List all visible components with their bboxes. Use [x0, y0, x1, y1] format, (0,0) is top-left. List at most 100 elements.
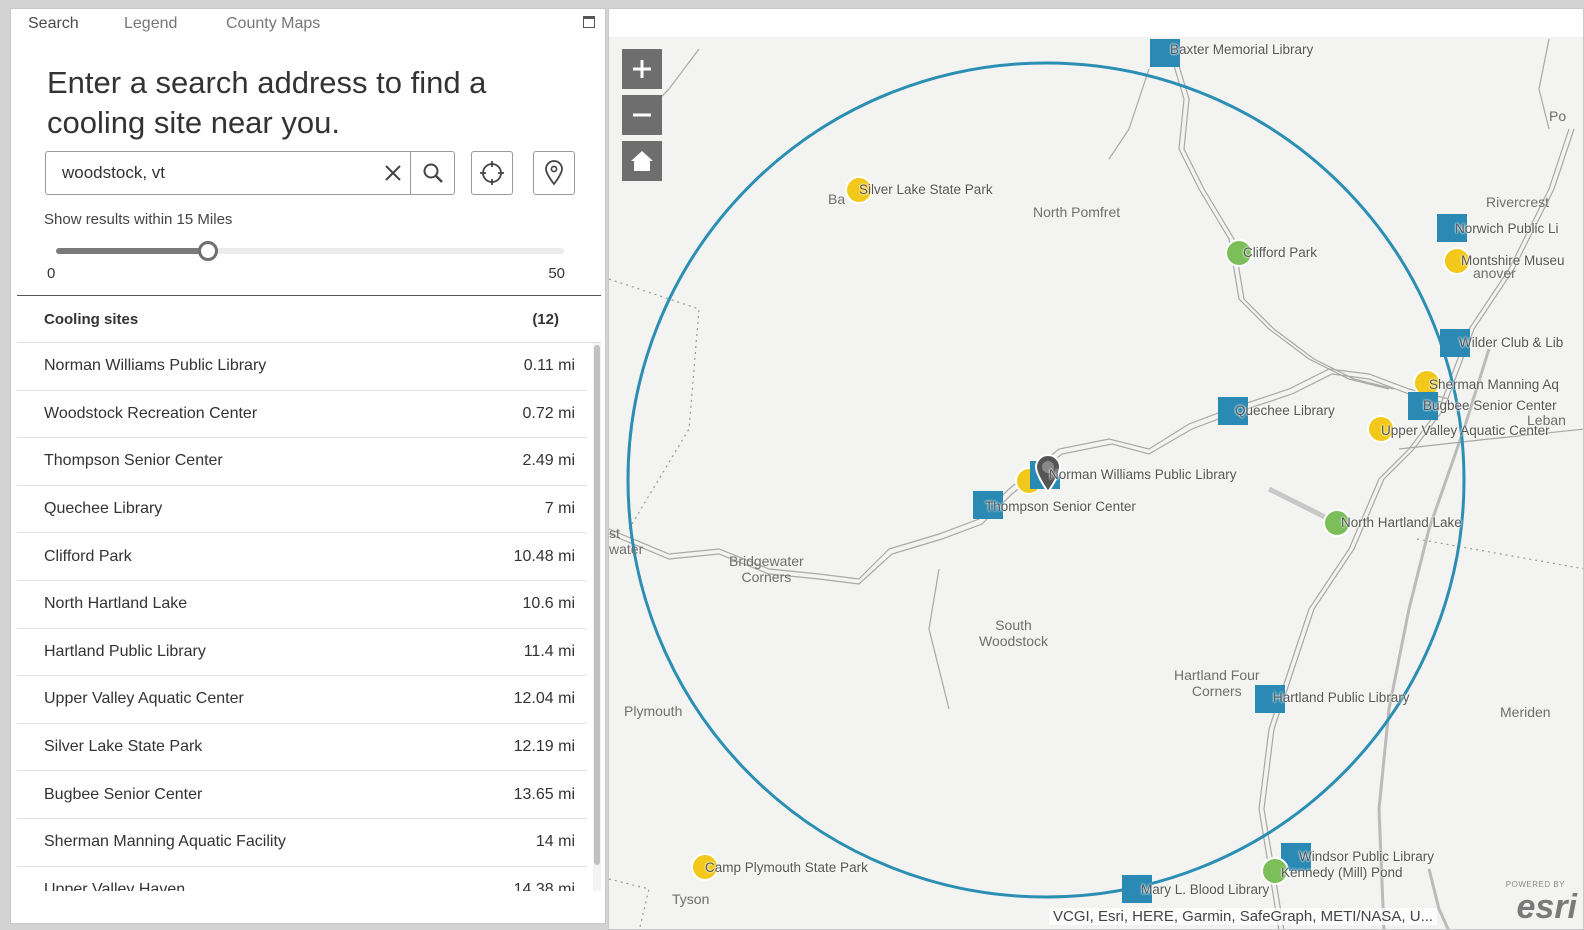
- map-attribution[interactable]: VCGI, Esri, HERE, Garmin, SafeGraph, MET…: [1049, 908, 1438, 925]
- list-item[interactable]: North Hartland Lake 10.6 mi: [17, 581, 587, 629]
- plus-icon: [633, 60, 651, 78]
- poi-label-wilder: Wilder Club & Lib: [1459, 335, 1564, 350]
- poi-label-upper-valley: Upper Valley Aquatic Center: [1381, 423, 1550, 438]
- tab-county-maps[interactable]: County Maps: [226, 15, 320, 33]
- list-item-name: Hartland Public Library: [44, 642, 206, 660]
- list-item-distance: 14.38 mi: [513, 880, 575, 891]
- results-count: (12): [532, 310, 559, 328]
- list-item[interactable]: Sherman Manning Aquatic Facility 14 mi: [17, 819, 587, 867]
- place-west-bridgewater-line1: st: [609, 525, 620, 541]
- search-button[interactable]: [410, 152, 454, 194]
- poi-label-thompson: Thompson Senior Center: [985, 499, 1136, 514]
- list-item-name: Quechee Library: [44, 500, 163, 518]
- poi-label-bugbee: Bugbee Senior Center: [1423, 398, 1557, 413]
- distance-slider[interactable]: [56, 241, 564, 261]
- results-scrollbar[interactable]: [593, 343, 601, 891]
- search-input[interactable]: woodstock, vt: [46, 163, 376, 183]
- results-list: Norman Williams Public Library 0.11 mi Woo…: [17, 343, 587, 891]
- map-pin-icon: [545, 160, 563, 186]
- list-item[interactable]: Silver Lake State Park 12.19 mi: [17, 724, 587, 772]
- list-item-name: Norman Williams Public Library: [44, 357, 267, 375]
- place-plymouth: Plymouth: [624, 703, 683, 719]
- place-tyson: Tyson: [672, 891, 710, 907]
- page-title: Enter a search address to find a cooling…: [47, 65, 487, 140]
- zoom-in-button[interactable]: [622, 49, 662, 89]
- poi-label-north-hartland: North Hartland Lake: [1341, 515, 1462, 530]
- search-field[interactable]: woodstock, vt: [45, 151, 455, 195]
- list-item-distance: 11.4 mi: [523, 642, 575, 660]
- select-location-button[interactable]: [533, 151, 575, 195]
- place-south-woodstock: South Woodstock: [979, 617, 1048, 649]
- list-item-name: Upper Valley Aquatic Center: [44, 690, 244, 708]
- list-item-name: Woodstock Recreation Center: [44, 404, 258, 422]
- place-barnard: Ba: [828, 191, 846, 207]
- tab-legend[interactable]: Legend: [124, 15, 177, 33]
- list-item-name: Silver Lake State Park: [44, 738, 203, 756]
- list-item-distance: 14 mi: [535, 833, 575, 851]
- list-item[interactable]: Hartland Public Library 11.4 mi: [17, 629, 587, 677]
- poi-label-norwich: Norwich Public Li: [1455, 221, 1559, 236]
- list-item-distance: 12.04 mi: [513, 690, 575, 708]
- slider-max-label: 50: [548, 265, 565, 282]
- place-po: Po: [1549, 108, 1567, 124]
- slider-fill: [56, 248, 209, 254]
- list-item-name: Thompson Senior Center: [44, 452, 223, 470]
- place-north-pomfret: North Pomfret: [1033, 204, 1121, 220]
- map-view[interactable]: North Pomfret Rivercrest Bridgewater Cor…: [608, 8, 1584, 930]
- place-meriden: Meriden: [1500, 704, 1551, 720]
- poi-label-camp-plymouth: Camp Plymouth State Park: [705, 860, 868, 875]
- list-item[interactable]: Upper Valley Aquatic Center 12.04 mi: [17, 676, 587, 724]
- clear-button[interactable]: [376, 152, 410, 194]
- esri-logo[interactable]: esri: [1517, 888, 1578, 927]
- place-bridgewater-corners: Bridgewater Corners: [729, 553, 804, 585]
- minus-icon: [633, 113, 651, 117]
- crosshair-icon: [480, 161, 504, 185]
- list-item-distance: 0.11 mi: [523, 357, 575, 375]
- close-icon: [385, 165, 401, 181]
- list-item-name: Bugbee Senior Center: [44, 785, 203, 803]
- list-item-name: Sherman Manning Aquatic Facility: [44, 833, 286, 851]
- panel-tabs: Search Legend County Maps: [11, 9, 605, 39]
- zoom-out-button[interactable]: [622, 95, 662, 135]
- list-item[interactable]: Upper Valley Haven 14.38 mi: [17, 867, 587, 891]
- list-item[interactable]: Quechee Library 7 mi: [17, 486, 587, 534]
- home-button[interactable]: [622, 141, 662, 181]
- list-item[interactable]: Bugbee Senior Center 13.65 mi: [17, 771, 587, 819]
- poi-label-silver-lake: Silver Lake State Park: [859, 182, 993, 197]
- list-item-distance: 10.6 mi: [522, 595, 575, 613]
- list-item[interactable]: Thompson Senior Center 2.49 mi: [17, 438, 587, 486]
- list-item[interactable]: Woodstock Recreation Center 0.72 mi: [17, 391, 587, 439]
- list-item-name: Upper Valley Haven: [44, 880, 186, 891]
- poi-label-windsor: Windsor Public Library: [1299, 849, 1435, 864]
- slider-min-label: 0: [47, 265, 56, 282]
- list-item-distance: 10.48 mi: [513, 547, 575, 565]
- list-item-name: Clifford Park: [44, 547, 132, 565]
- list-item-distance: 7 mi: [544, 500, 575, 518]
- poi-label-kennedy: Kennedy (Mill) Pond: [1281, 865, 1403, 880]
- poi-label-montshire: Montshire Museu: [1461, 253, 1565, 268]
- list-item-distance: 12.19 mi: [513, 738, 575, 756]
- place-rivercrest: Rivercrest: [1486, 194, 1550, 210]
- poi-label-sherman: Sherman Manning Aq: [1429, 377, 1559, 392]
- search-panel: Search Legend County Maps Enter a search…: [10, 8, 606, 924]
- list-item-distance: 0.72 mi: [522, 404, 575, 422]
- results-header-label: Cooling sites: [44, 310, 139, 328]
- search-icon: [423, 163, 443, 183]
- poi-label-baxter: Baxter Memorial Library: [1170, 42, 1314, 57]
- slider-handle[interactable]: [198, 241, 219, 261]
- place-west-bridgewater-line2: water: [609, 541, 644, 557]
- tab-search[interactable]: Search: [28, 15, 79, 33]
- maximize-icon[interactable]: [583, 16, 595, 28]
- list-item-distance: 13.65 mi: [513, 785, 575, 803]
- place-hartland-four-corners: Hartland Four Corners: [1174, 667, 1260, 699]
- list-item[interactable]: Clifford Park 10.48 mi: [17, 533, 587, 581]
- list-item-distance: 2.49 mi: [522, 452, 575, 470]
- list-item-name: North Hartland Lake: [44, 595, 188, 613]
- list-item[interactable]: Norman Williams Public Library 0.11 mi: [17, 343, 587, 391]
- poi-label-mary-blood: Mary L. Blood Library: [1141, 882, 1270, 897]
- scrollbar-thumb[interactable]: [594, 345, 600, 865]
- home-icon: [631, 151, 653, 171]
- poi-label-clifford: Clifford Park: [1243, 245, 1318, 260]
- locate-me-button[interactable]: [471, 151, 513, 195]
- distance-label: Show results within 15 Miles: [44, 211, 233, 228]
